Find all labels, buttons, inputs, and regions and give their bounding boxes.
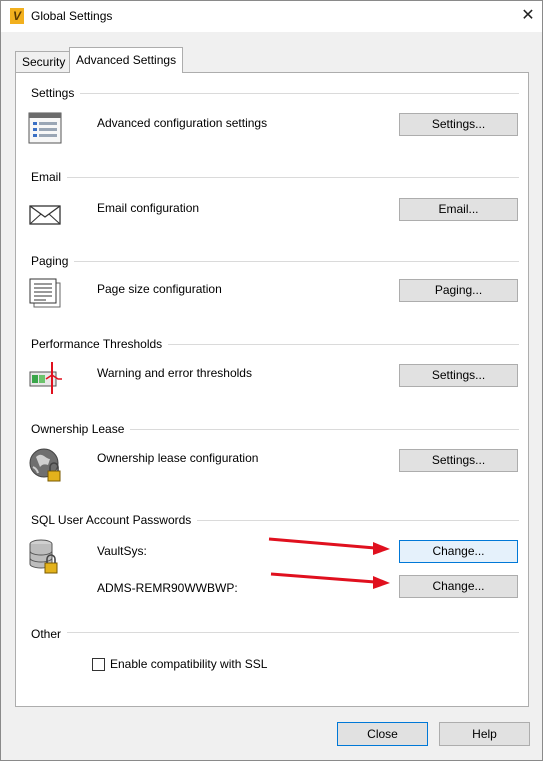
tab-security[interactable]: Security [15, 51, 73, 72]
close-button[interactable]: Close [337, 722, 428, 746]
arrow-annotation [270, 572, 390, 589]
section-divider [31, 632, 519, 633]
window-title: Global Settings [31, 9, 113, 23]
section-title-paging: Paging [31, 254, 75, 268]
section-title-other: Other [31, 627, 68, 641]
ssl-compatibility-label[interactable]: Enable compatibility with SSL [110, 657, 267, 671]
section-title-ownership: Ownership Lease [31, 422, 131, 436]
section-title-email: Email [31, 170, 68, 184]
envelope-icon [28, 204, 62, 226]
sql-account-adms: ADMS-REMR90WWBWP: [97, 581, 238, 595]
paging-settings-button[interactable]: Paging... [399, 279, 518, 302]
vault-logo-icon: V [10, 8, 24, 24]
sql-account-vaultsys: VaultSys: [97, 544, 147, 558]
annotation-arrows [268, 537, 390, 589]
email-description: Email configuration [97, 201, 200, 215]
ssl-compatibility-checkbox[interactable] [92, 658, 105, 671]
ownership-settings-button[interactable]: Settings... [399, 449, 518, 472]
section-divider [31, 177, 519, 178]
advanced-settings-button[interactable]: Settings... [399, 113, 518, 136]
section-title-settings: Settings [31, 86, 81, 100]
section-title-sql: SQL User Account Passwords [31, 513, 198, 527]
ownership-description: Ownership lease configuration [97, 451, 259, 465]
change-password-adms-button[interactable]: Change... [399, 575, 518, 598]
title-bar[interactable]: V Global Settings ✕ [1, 1, 542, 32]
document-pages-icon [28, 278, 62, 308]
settings-description: Advanced configuration settings [97, 116, 268, 130]
section-divider [31, 93, 519, 94]
email-settings-button[interactable]: Email... [399, 198, 518, 221]
global-settings-window: V Global Settings ✕ Security Advanced Se… [0, 0, 543, 761]
paging-description: Page size configuration [97, 282, 222, 296]
advanced-settings-panel: Settings Advanced configuration settings… [15, 72, 529, 707]
performance-description: Warning and error thresholds [97, 366, 252, 380]
change-password-vaultsys-button[interactable]: Change... [399, 540, 518, 563]
settings-list-icon [28, 112, 62, 144]
database-lock-icon [28, 538, 60, 574]
threshold-meter-icon [28, 361, 64, 395]
section-divider [31, 261, 519, 262]
section-title-performance: Performance Thresholds [31, 337, 169, 351]
performance-settings-button[interactable]: Settings... [399, 364, 518, 387]
close-icon[interactable]: ✕ [519, 5, 537, 27]
tab-advanced-settings[interactable]: Advanced Settings [69, 47, 184, 73]
globe-lock-icon [28, 447, 64, 483]
arrow-annotation [268, 537, 390, 555]
help-button[interactable]: Help [439, 722, 530, 746]
